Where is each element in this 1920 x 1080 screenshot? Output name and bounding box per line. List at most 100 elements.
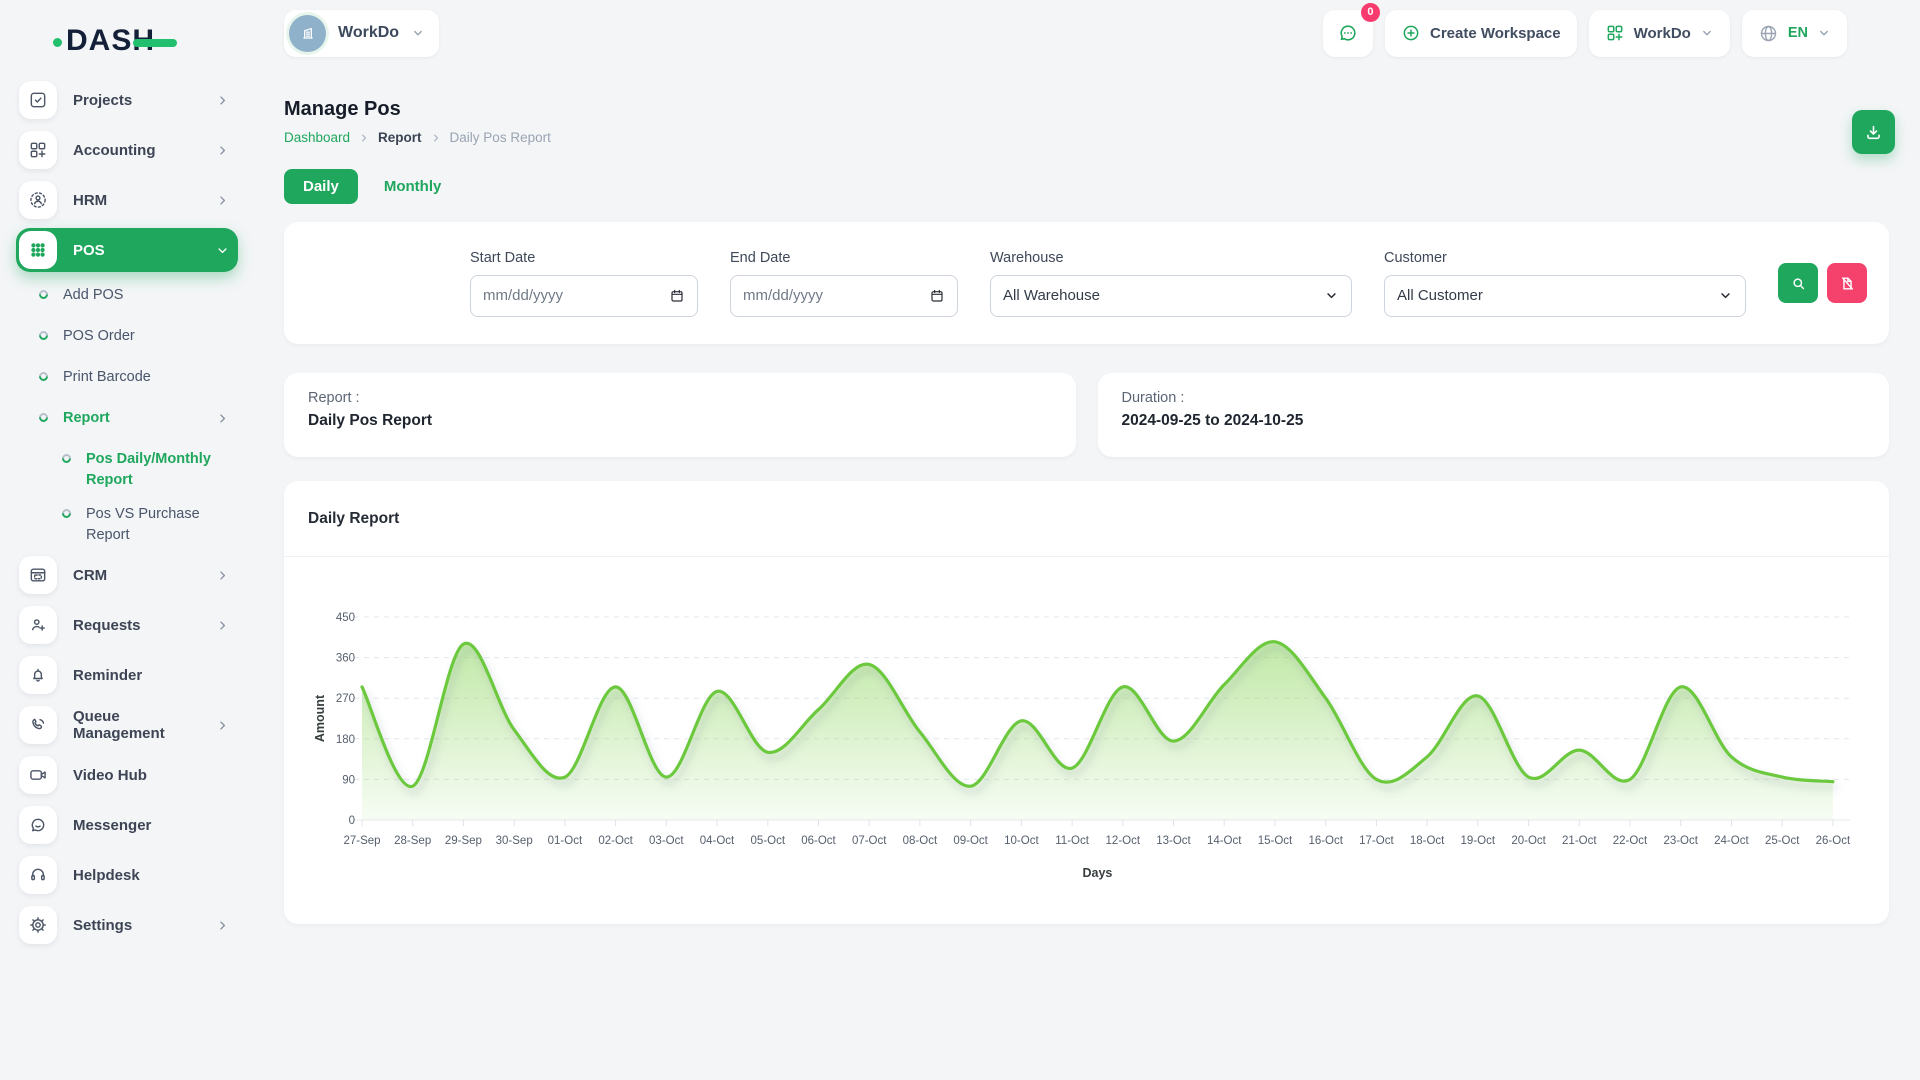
chart-x-axis-title: Days <box>1082 866 1112 880</box>
filter-card: Start Date mm/dd/yyyy End Date mm/dd/yyy… <box>284 222 1889 344</box>
logo-dash-icon <box>133 39 177 47</box>
duration-label: Duration : <box>1122 390 1866 406</box>
warehouse-select[interactable]: All Warehouse <box>990 275 1352 317</box>
sidebar-item-hrm[interactable]: HRM <box>16 178 238 222</box>
sidebar-item-pos-vs-purchase-report[interactable]: Pos VS Purchase Report <box>62 498 238 546</box>
calendar-icon <box>669 288 685 304</box>
duration-summary-card: Duration : 2024-09-25 to 2024-10-25 <box>1098 373 1890 457</box>
reset-button[interactable] <box>1827 263 1867 303</box>
sidebar-item-messenger[interactable]: Messenger <box>16 803 238 847</box>
create-workspace-button[interactable]: Create Workspace <box>1385 10 1577 57</box>
sidebar-item-pos[interactable]: POS <box>16 228 238 272</box>
workspace-avatar <box>289 15 326 52</box>
sidebar-item-add-pos[interactable]: Add POS <box>39 279 238 313</box>
chevron-right-icon <box>215 568 230 583</box>
main-content: Manage Pos Dashboard Report Daily Pos Repo… <box>284 58 1889 924</box>
sidebar-item-label: Queue Management <box>73 708 215 742</box>
sidebar-item-accounting[interactable]: Accounting <box>16 128 238 172</box>
hrm-icon <box>19 181 57 219</box>
svg-text:29-Sep: 29-Sep <box>445 835 482 847</box>
language-button[interactable]: EN <box>1742 10 1847 57</box>
sidebar-item-pos-order[interactable]: POS Order <box>39 320 238 354</box>
svg-text:270: 270 <box>336 693 355 705</box>
svg-text:450: 450 <box>336 612 355 624</box>
queue-icon <box>19 706 57 744</box>
sidebar-item-report[interactable]: Report <box>39 402 238 436</box>
sidebar-item-label: Reminder <box>73 667 230 684</box>
svg-text:13-Oct: 13-Oct <box>1156 835 1191 847</box>
svg-text:28-Sep: 28-Sep <box>394 835 431 847</box>
sidebar-item-reminder[interactable]: Reminder <box>16 653 238 697</box>
sidebar-item-label: Report <box>63 408 110 429</box>
daily-report-chart: 090180270360450 27-Sep28-Sep29-Sep30-Sep… <box>284 557 1889 914</box>
svg-text:27-Sep: 27-Sep <box>343 835 380 847</box>
svg-text:07-Oct: 07-Oct <box>852 835 887 847</box>
messages-icon <box>1337 22 1359 44</box>
sidebar-item-label: HRM <box>73 192 215 209</box>
sidebar-item-label: Helpdesk <box>73 867 230 884</box>
start-date-input[interactable]: mm/dd/yyyy <box>470 275 698 317</box>
topbar-actions: 0 Create Workspace WorkDo EN <box>1323 10 1847 57</box>
sidebar-item-settings[interactable]: Settings <box>16 903 238 947</box>
calendar-icon <box>929 288 945 304</box>
sidebar-item-helpdesk[interactable]: Helpdesk <box>16 853 238 897</box>
customer-field: Customer All Customer <box>1384 250 1746 317</box>
bullet-icon <box>37 411 50 424</box>
app-switcher-button[interactable]: WorkDo <box>1589 10 1730 57</box>
svg-text:17-Oct: 17-Oct <box>1359 835 1394 847</box>
sidebar-item-pos-daily-monthly-report[interactable]: Pos Daily/Monthly Report <box>62 443 238 491</box>
svg-text:90: 90 <box>342 774 355 786</box>
requests-icon <box>19 606 57 644</box>
chevron-down-icon <box>1718 288 1733 303</box>
bullet-icon <box>60 452 73 465</box>
chart-header: Daily Report <box>284 481 1889 557</box>
brand-logo[interactable]: DASH <box>66 24 155 58</box>
messenger-icon <box>19 806 57 844</box>
sidebar-item-label: Print Barcode <box>63 367 151 388</box>
app-grid-icon <box>1605 23 1625 43</box>
plus-circle-icon <box>1401 23 1421 43</box>
chevron-down-icon <box>215 243 230 258</box>
customer-selected-value: All Customer <box>1397 287 1483 304</box>
svg-text:360: 360 <box>336 653 355 665</box>
sidebar-item-crm[interactable]: CRM <box>16 553 238 597</box>
workspace-selector[interactable]: WorkDo <box>284 10 439 57</box>
warehouse-selected-value: All Warehouse <box>1003 287 1100 304</box>
svg-text:14-Oct: 14-Oct <box>1207 835 1242 847</box>
svg-text:09-Oct: 09-Oct <box>953 835 988 847</box>
globe-icon <box>1758 23 1779 44</box>
topbar: WorkDo 0 Create Workspace WorkDo EN <box>250 0 1920 58</box>
start-date-label: Start Date <box>470 250 698 266</box>
sidebar-item-print-barcode[interactable]: Print Barcode <box>39 361 238 395</box>
crm-icon <box>19 556 57 594</box>
messages-button[interactable]: 0 <box>1323 10 1373 57</box>
search-button[interactable] <box>1778 263 1818 303</box>
chart-title: Daily Report <box>308 510 399 528</box>
language-code: EN <box>1788 25 1808 41</box>
svg-text:10-Oct: 10-Oct <box>1004 835 1039 847</box>
tab-monthly[interactable]: Monthly <box>384 178 442 195</box>
daily-report-chart-svg: 090180270360450 27-Sep28-Sep29-Sep30-Sep… <box>308 569 1865 909</box>
chevron-down-icon <box>411 26 425 40</box>
sidebar-item-projects[interactable]: Projects <box>16 78 238 122</box>
sidebar: DASH Projects Accounting HRM POS Add POS… <box>0 0 250 1080</box>
customer-label: Customer <box>1384 250 1746 266</box>
breadcrumb-daily-pos-report: Daily Pos Report <box>450 130 551 145</box>
tab-daily[interactable]: Daily <box>284 169 358 204</box>
breadcrumb-dashboard[interactable]: Dashboard <box>284 130 350 145</box>
customer-select[interactable]: All Customer <box>1384 275 1746 317</box>
summary-row: Report : Daily Pos Report Duration : 202… <box>284 373 1889 457</box>
end-date-input[interactable]: mm/dd/yyyy <box>730 275 958 317</box>
warehouse-label: Warehouse <box>990 250 1352 266</box>
svg-text:04-Oct: 04-Oct <box>700 835 735 847</box>
sidebar-item-queue-management[interactable]: Queue Management <box>16 703 238 747</box>
page-title: Manage Pos <box>284 98 1889 121</box>
bullet-icon <box>37 288 50 301</box>
sidebar-item-requests[interactable]: Requests <box>16 603 238 647</box>
sidebar-item-label: Accounting <box>73 142 215 159</box>
sidebar-item-video-hub[interactable]: Video Hub <box>16 753 238 797</box>
download-button[interactable] <box>1852 110 1895 154</box>
start-date-placeholder: mm/dd/yyyy <box>483 287 563 304</box>
breadcrumb-report: Report <box>378 130 422 145</box>
svg-text:06-Oct: 06-Oct <box>801 835 836 847</box>
